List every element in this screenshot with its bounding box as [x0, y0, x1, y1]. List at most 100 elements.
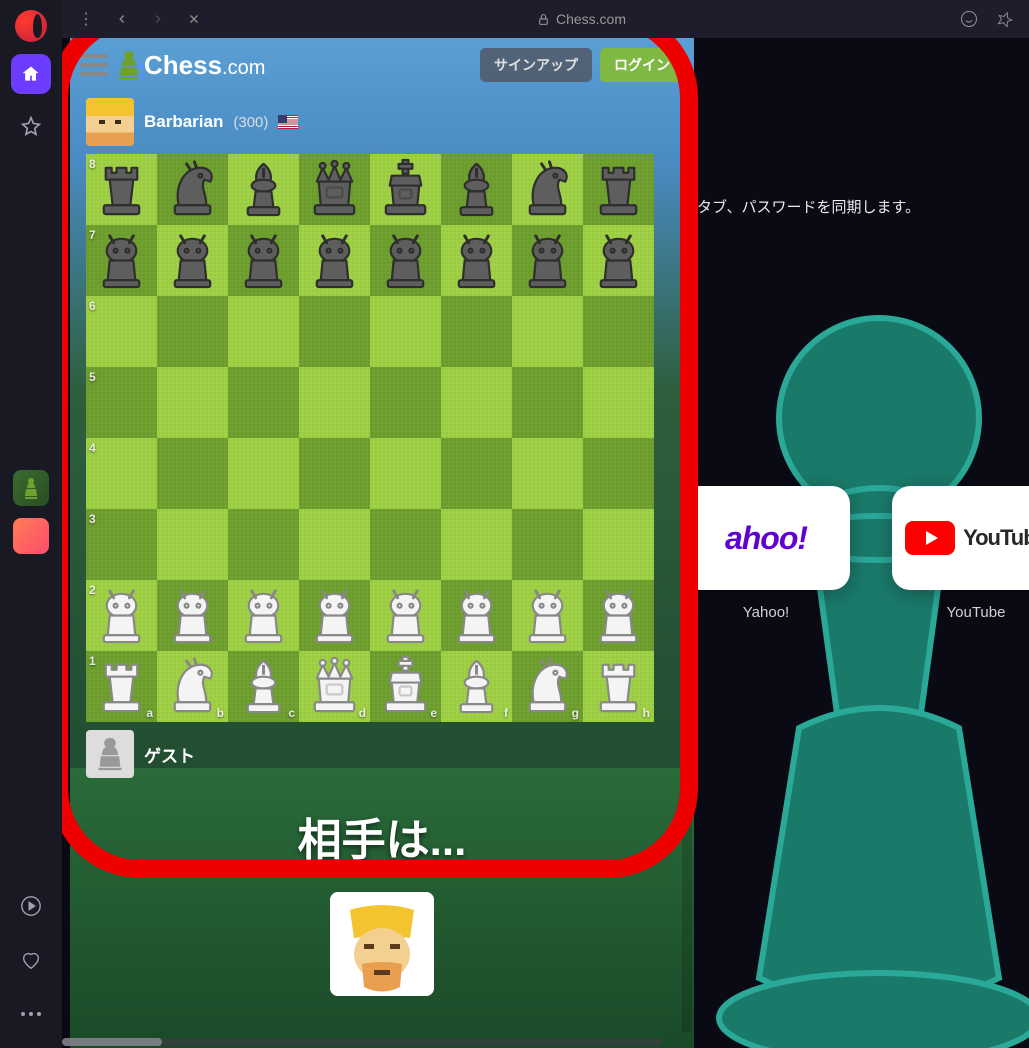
square-c5[interactable]: [228, 367, 299, 438]
square-d3[interactable]: [299, 509, 370, 580]
square-b6[interactable]: [157, 296, 228, 367]
square-d2[interactable]: [299, 580, 370, 651]
black-pawn-icon[interactable]: [161, 229, 224, 292]
square-f8[interactable]: [441, 154, 512, 225]
self-row[interactable]: ゲスト: [70, 724, 694, 784]
square-e2[interactable]: [370, 580, 441, 651]
white-pawn-icon[interactable]: [445, 584, 508, 647]
black-king-icon[interactable]: [374, 158, 437, 221]
more-icon[interactable]: [11, 994, 51, 1034]
square-c2[interactable]: [228, 580, 299, 651]
square-f3[interactable]: [441, 509, 512, 580]
square-a5[interactable]: 5: [86, 367, 157, 438]
square-b8[interactable]: [157, 154, 228, 225]
square-h4[interactable]: [583, 438, 654, 509]
heart-icon[interactable]: [11, 940, 51, 980]
emoji-icon[interactable]: [957, 7, 981, 31]
close-tab-icon[interactable]: [182, 7, 206, 31]
speed-dial-yahoo[interactable]: ahoo! Yahoo!: [682, 486, 850, 621]
square-c4[interactable]: [228, 438, 299, 509]
square-f2[interactable]: [441, 580, 512, 651]
black-rook-icon[interactable]: [90, 158, 153, 221]
white-king-icon[interactable]: [374, 655, 437, 718]
square-h8[interactable]: [583, 154, 654, 225]
white-pawn-icon[interactable]: [516, 584, 579, 647]
square-b3[interactable]: [157, 509, 228, 580]
forward-icon[interactable]: [146, 7, 170, 31]
white-pawn-icon[interactable]: [587, 584, 650, 647]
square-e4[interactable]: [370, 438, 441, 509]
square-d4[interactable]: [299, 438, 370, 509]
square-b2[interactable]: [157, 580, 228, 651]
square-b1[interactable]: b: [157, 651, 228, 722]
square-g3[interactable]: [512, 509, 583, 580]
square-a1[interactable]: 1a: [86, 651, 157, 722]
square-h7[interactable]: [583, 225, 654, 296]
square-g6[interactable]: [512, 296, 583, 367]
square-c6[interactable]: [228, 296, 299, 367]
square-c3[interactable]: [228, 509, 299, 580]
home-icon[interactable]: [11, 54, 51, 94]
square-f7[interactable]: [441, 225, 512, 296]
white-queen-icon[interactable]: [303, 655, 366, 718]
square-f5[interactable]: [441, 367, 512, 438]
black-rook-icon[interactable]: [587, 158, 650, 221]
white-rook-icon[interactable]: [90, 655, 153, 718]
square-e6[interactable]: [370, 296, 441, 367]
black-queen-icon[interactable]: [303, 158, 366, 221]
square-e8[interactable]: [370, 154, 441, 225]
horizontal-scrollbar[interactable]: [62, 1038, 662, 1046]
white-bishop-icon[interactable]: [445, 655, 508, 718]
black-pawn-icon[interactable]: [445, 229, 508, 292]
square-g7[interactable]: [512, 225, 583, 296]
star-icon[interactable]: [11, 106, 51, 146]
white-pawn-icon[interactable]: [232, 584, 295, 647]
chess-app-tile[interactable]: [13, 470, 49, 506]
opponent-row[interactable]: Barbarian (300): [70, 92, 694, 152]
square-f6[interactable]: [441, 296, 512, 367]
square-e5[interactable]: [370, 367, 441, 438]
login-button[interactable]: ログイン: [600, 48, 684, 82]
square-e3[interactable]: [370, 509, 441, 580]
square-a6[interactable]: 6: [86, 296, 157, 367]
black-pawn-icon[interactable]: [232, 229, 295, 292]
square-g8[interactable]: [512, 154, 583, 225]
square-d7[interactable]: [299, 225, 370, 296]
square-b5[interactable]: [157, 367, 228, 438]
square-a3[interactable]: 3: [86, 509, 157, 580]
square-b4[interactable]: [157, 438, 228, 509]
square-h1[interactable]: h: [583, 651, 654, 722]
square-a8[interactable]: 8: [86, 154, 157, 225]
black-pawn-icon[interactable]: [90, 229, 153, 292]
chess-board[interactable]: 87654321abcdefgh: [86, 154, 654, 722]
square-f1[interactable]: f: [441, 651, 512, 722]
white-knight-icon[interactable]: [161, 655, 224, 718]
speed-dial-youtube[interactable]: YouTube YouTube: [892, 486, 1029, 621]
scrollbar[interactable]: [682, 92, 692, 1032]
black-bishop-icon[interactable]: [445, 158, 508, 221]
black-pawn-icon[interactable]: [303, 229, 366, 292]
square-g4[interactable]: [512, 438, 583, 509]
black-knight-icon[interactable]: [161, 158, 224, 221]
square-e7[interactable]: [370, 225, 441, 296]
white-pawn-icon[interactable]: [161, 584, 224, 647]
chess-logo[interactable]: Chess.com: [116, 49, 265, 81]
square-h5[interactable]: [583, 367, 654, 438]
square-h3[interactable]: [583, 509, 654, 580]
back-icon[interactable]: [110, 7, 134, 31]
prompt-avatar[interactable]: [330, 892, 434, 996]
square-a7[interactable]: 7: [86, 225, 157, 296]
white-bishop-icon[interactable]: [232, 655, 295, 718]
white-pawn-icon[interactable]: [90, 584, 153, 647]
white-knight-icon[interactable]: [516, 655, 579, 718]
square-g2[interactable]: [512, 580, 583, 651]
white-rook-icon[interactable]: [587, 655, 650, 718]
play-circle-icon[interactable]: [11, 886, 51, 926]
square-c7[interactable]: [228, 225, 299, 296]
opera-logo-icon[interactable]: [15, 10, 47, 42]
pin-icon[interactable]: [993, 7, 1017, 31]
square-g5[interactable]: [512, 367, 583, 438]
square-d1[interactable]: d: [299, 651, 370, 722]
black-knight-icon[interactable]: [516, 158, 579, 221]
black-bishop-icon[interactable]: [232, 158, 295, 221]
